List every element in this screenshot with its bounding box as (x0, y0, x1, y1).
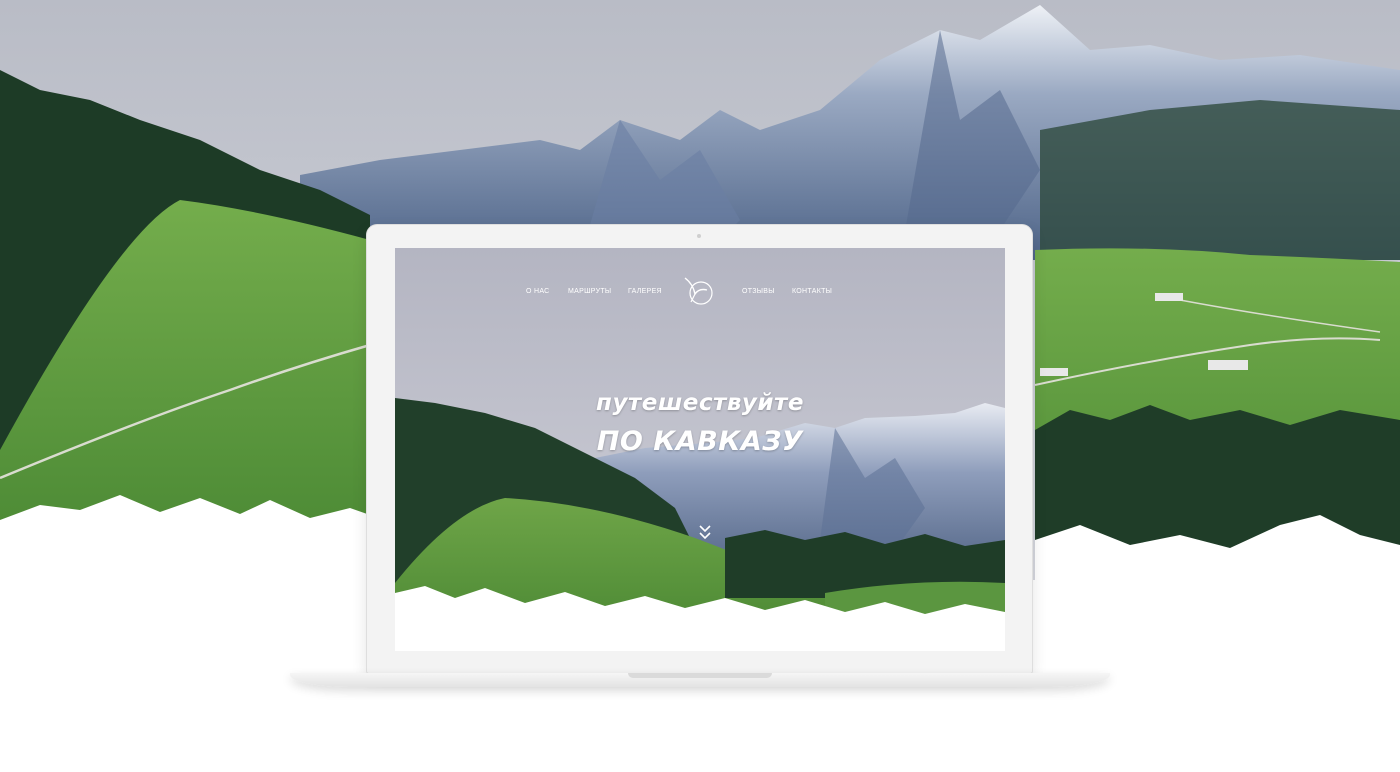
nav-link-contacts[interactable]: КОНТАКТЫ (792, 288, 832, 295)
hero-title-line1: путешествуйте (596, 390, 804, 416)
laptop-lid: О НАС МАРШРУТЫ ГАЛЕРЕЯ ОТЗЫВЫ КОНТАКТЫ п… (367, 225, 1032, 673)
laptop-base (290, 673, 1110, 687)
main-nav: О НАС МАРШРУТЫ ГАЛЕРЕЯ ОТЗЫВЫ КОНТАКТЫ (395, 248, 1005, 328)
double-chevron-down-icon[interactable] (697, 523, 713, 541)
nav-link-about[interactable]: О НАС (526, 288, 550, 295)
laptop-notch (628, 673, 772, 678)
camera-dot (697, 234, 701, 238)
website-screen: О НАС МАРШРУТЫ ГАЛЕРЕЯ ОТЗЫВЫ КОНТАКТЫ п… (395, 248, 1005, 651)
nav-link-routes[interactable]: МАРШРУТЫ (568, 288, 611, 295)
nav-link-gallery[interactable]: ГАЛЕРЕЯ (628, 288, 662, 295)
nav-link-reviews[interactable]: ОТЗЫВЫ (742, 288, 775, 295)
bird-logo-icon[interactable] (681, 274, 717, 308)
laptop-mockup: О НАС МАРШРУТЫ ГАЛЕРЕЯ ОТЗЫВЫ КОНТАКТЫ п… (290, 225, 1110, 695)
hero-title-line2: ПО КАВКАЗУ (596, 426, 804, 457)
